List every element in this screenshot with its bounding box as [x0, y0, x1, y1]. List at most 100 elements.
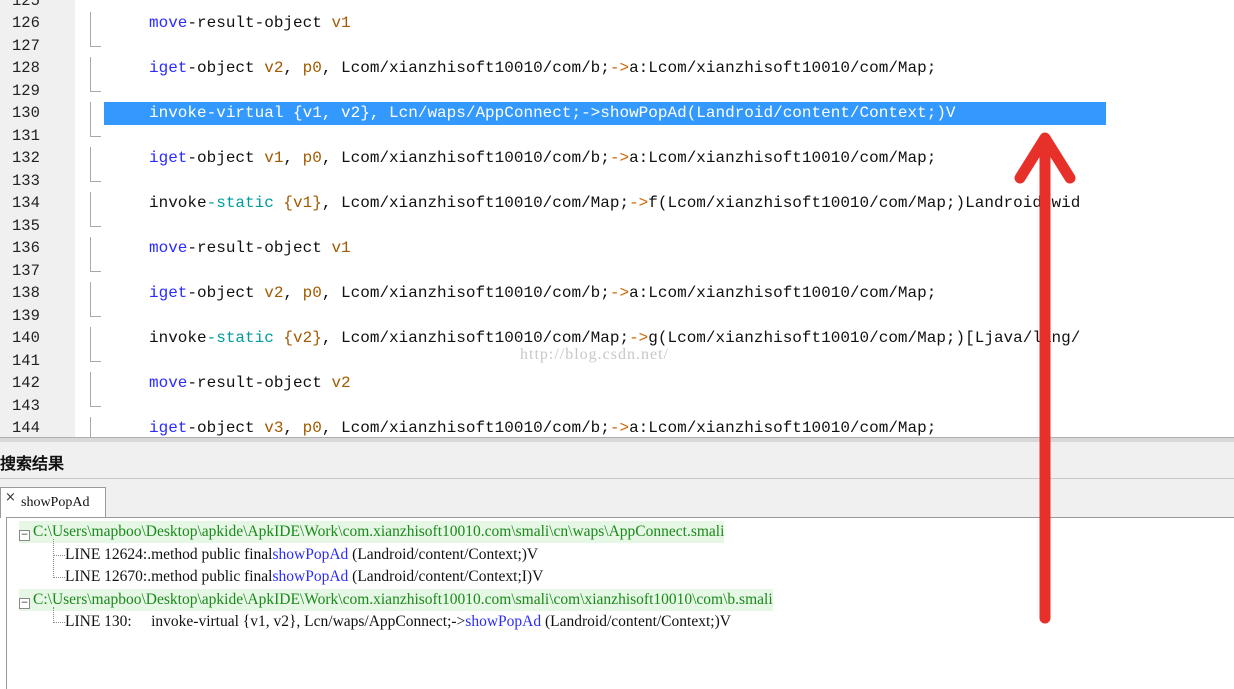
- code-token: -result-object: [187, 14, 332, 32]
- code-token: , Lcom/xianzhisoft10010/com/b;: [321, 59, 610, 77]
- code-text: invoke-static {v1}, Lcom/xianzhisoft1001…: [149, 192, 1080, 215]
- panel-title: 搜索结果: [0, 454, 65, 473]
- code-token: , Lcom/xianzhisoft10010/com/Map;: [321, 194, 630, 212]
- code-token: -result-object: [187, 374, 332, 392]
- line-number: 131: [12, 126, 40, 145]
- code-line[interactable]: 126 move-result-object v1: [0, 12, 1234, 35]
- line-number: 129: [12, 81, 40, 100]
- fold-guide: [90, 214, 101, 227]
- line-number: 135: [12, 216, 40, 235]
- line-number: 143: [12, 396, 40, 415]
- code-token: {v2}: [283, 329, 322, 347]
- code-token: a:Lcom/xianzhisoft10010/com/Map;: [629, 284, 937, 302]
- collapse-icon[interactable]: −: [19, 530, 30, 541]
- code-token: iget: [149, 419, 188, 437]
- code-token: , Lcom/xianzhisoft10010/com/b;: [321, 419, 610, 437]
- code-token: -object: [187, 284, 265, 302]
- code-token: ,: [283, 419, 303, 437]
- line-number: 133: [12, 171, 40, 190]
- result-hit-line[interactable]: LINE 12624:.method public finalshowPopAd…: [65, 544, 538, 566]
- hit-match: showPopAd: [272, 545, 349, 563]
- result-file-node[interactable]: − C:\Users\mapboo\Desktop\apkide\ApkIDE\W…: [19, 521, 725, 543]
- code-token: a:Lcom/xianzhisoft10010/com/Map;: [629, 419, 937, 437]
- line-number: 130: [12, 104, 40, 122]
- code-line[interactable]: 128 iget-object v2, p0, Lcom/xianzhisoft1…: [0, 57, 1234, 80]
- code-token: -object: [187, 149, 265, 167]
- annotation-arrow: [1014, 132, 1076, 624]
- code-line-partial: 125: [0, 0, 1234, 12]
- result-hit-line[interactable]: LINE 12670:.method public finalshowPopAd…: [65, 566, 543, 588]
- collapse-icon[interactable]: −: [19, 597, 30, 609]
- code-token: ,: [283, 149, 303, 167]
- code-token: invoke: [149, 329, 207, 347]
- code-token: ->: [609, 284, 630, 302]
- fold-guide: [90, 372, 101, 395]
- tree-connector: [53, 606, 54, 623]
- code-token: p0: [302, 59, 322, 77]
- hit-suffix: (Landroid/content/Context;)V: [348, 545, 539, 563]
- fold-guide: [90, 79, 101, 92]
- hit-prefix: LINE 12624:.method public final: [65, 545, 273, 563]
- hit-prefix: LINE 130: invoke-virtual {v1, v2}, Lcn/w…: [65, 613, 466, 630]
- code-token: p0: [302, 149, 322, 167]
- fold-guide: [90, 12, 101, 35]
- code-token: p0: [302, 419, 322, 437]
- code-token: iget: [149, 284, 188, 302]
- code-token: ->: [609, 149, 630, 167]
- line-number: 127: [12, 36, 40, 55]
- code-token: ,: [283, 284, 303, 302]
- line-number: 140: [12, 329, 40, 347]
- tree-connector: [53, 577, 65, 578]
- tab-showpopad[interactable]: × showPopAd: [0, 487, 106, 518]
- code-line[interactable]: 127: [0, 34, 1234, 58]
- code-token: -result-object: [187, 239, 332, 257]
- hit-match: showPopAd: [272, 568, 349, 585]
- line-number: 139: [12, 306, 40, 325]
- line-number: 134: [12, 194, 40, 212]
- code-token: invoke: [149, 194, 207, 212]
- code-token: -object: [187, 419, 265, 437]
- close-icon[interactable]: ×: [5, 490, 16, 505]
- fold-guide: [90, 259, 101, 272]
- code-line[interactable]: 129: [0, 79, 1234, 103]
- fold-guide: [90, 349, 101, 362]
- line-number: 142: [12, 374, 40, 392]
- code-token: iget: [149, 59, 188, 77]
- code-text: invoke-virtual {v1, v2}, Lcn/waps/AppCon…: [149, 102, 956, 125]
- line-number: 144: [12, 419, 40, 437]
- code-token: , Lcom/xianzhisoft10010/com/b;: [321, 149, 610, 167]
- code-token: v1: [331, 14, 351, 32]
- line-number: 137: [12, 261, 40, 280]
- code-token: v2: [264, 59, 284, 77]
- line-number: 125: [12, 0, 40, 10]
- fold-guide: [90, 124, 101, 137]
- result-file-node[interactable]: − C:\Users\mapboo\Desktop\apkide\ApkIDE\W…: [19, 588, 773, 611]
- hit-suffix: (Landroid/content/Context;I)V: [348, 568, 544, 585]
- code-token: ->: [629, 329, 649, 347]
- code-token: ,: [283, 59, 303, 77]
- fold-guide: [90, 102, 101, 125]
- fold-guide: [90, 34, 101, 47]
- code-token: , Lcom/xianzhisoft10010/com/Map;: [321, 329, 630, 347]
- code-token: ->: [629, 194, 649, 212]
- fold-guide: [90, 327, 101, 350]
- tab-label: showPopAd: [21, 495, 90, 510]
- hit-prefix: LINE 12670:.method public final: [65, 568, 273, 585]
- code-token: move: [149, 239, 188, 257]
- fold-guide: [90, 57, 101, 80]
- code-token: -static: [206, 329, 284, 347]
- code-token: v2: [264, 284, 284, 302]
- code-token: -object: [187, 59, 265, 77]
- code-text: iget-object v1, p0, Lcom/xianzhisoft1001…: [149, 147, 936, 170]
- fold-guide: [90, 169, 101, 182]
- file-path: C:\Users\mapboo\Desktop\apkide\ApkIDE\Wo…: [33, 523, 725, 540]
- code-token: iget: [149, 149, 188, 167]
- code-token: , Lcom/xianzhisoft10010/com/b;: [321, 284, 610, 302]
- code-text: move-result-object v1: [149, 12, 351, 35]
- code-token: move: [149, 374, 188, 392]
- code-token: v1: [331, 239, 351, 257]
- code-token: a:Lcom/xianzhisoft10010/com/Map;: [629, 59, 937, 77]
- code-token: move: [149, 14, 188, 32]
- tree-connector: [53, 554, 65, 556]
- result-hit-line[interactable]: LINE 130: invoke-virtual {v1, v2}, Lcn/w…: [65, 611, 731, 633]
